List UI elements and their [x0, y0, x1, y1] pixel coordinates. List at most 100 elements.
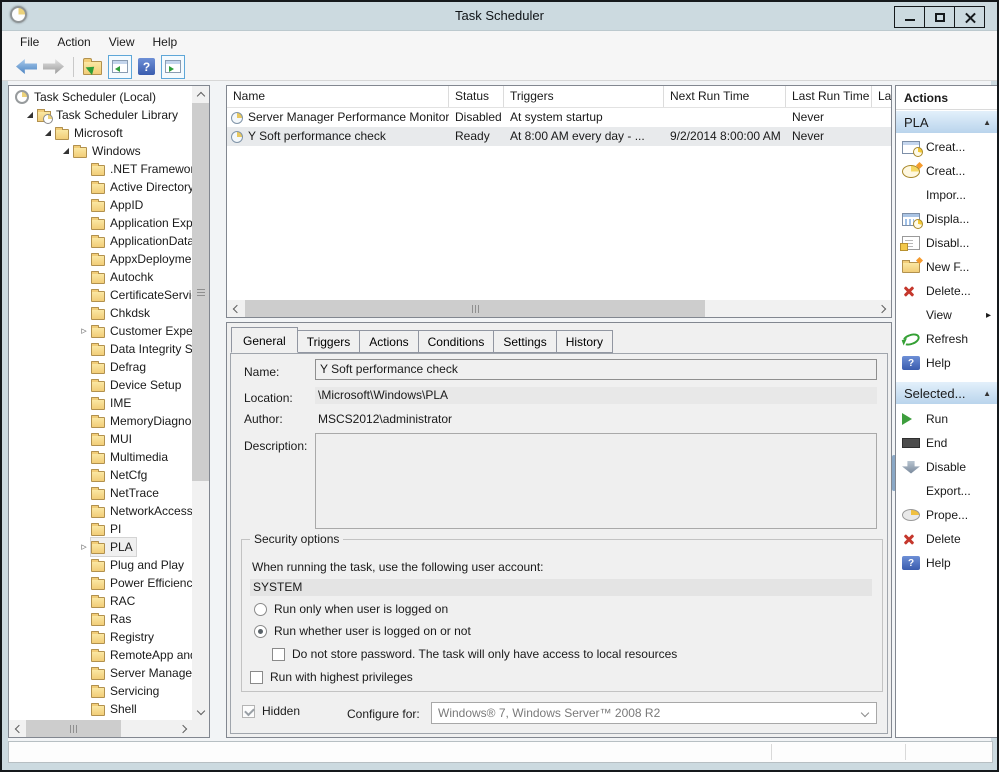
tree-item[interactable]: Defrag: [9, 358, 192, 376]
expander-icon[interactable]: [41, 124, 55, 142]
show-console-tree-button[interactable]: [83, 61, 102, 75]
menu-file[interactable]: File: [11, 32, 48, 52]
checkbox-do-not-store-password[interactable]: [272, 648, 285, 661]
tree-item[interactable]: Server Manager: [9, 664, 192, 682]
tree-item[interactable]: Plug and Play: [9, 556, 192, 574]
scroll-right-button[interactable]: [175, 720, 192, 737]
tree-item[interactable]: Active Directory: [9, 178, 192, 196]
tree-item[interactable]: IME: [9, 394, 192, 412]
maximize-button[interactable]: [924, 6, 955, 28]
task-row[interactable]: Y Soft performance check Ready At 8:00 A…: [227, 127, 891, 146]
tree-item[interactable]: RemoteApp and: [9, 646, 192, 664]
action-item[interactable]: Export... ▸: [896, 479, 998, 503]
close-button[interactable]: [954, 6, 985, 28]
tab-settings[interactable]: Settings: [493, 330, 556, 353]
tree-vertical-scrollbar[interactable]: [192, 86, 209, 720]
tree-item-microsoft[interactable]: Microsoft: [9, 124, 192, 142]
menu-action[interactable]: Action: [48, 32, 99, 52]
action-item[interactable]: New F... ▸: [896, 255, 998, 279]
help-button[interactable]: ?: [138, 58, 155, 75]
tab-triggers[interactable]: Triggers: [297, 330, 361, 353]
collapse-arrow-icon[interactable]: ▲: [983, 389, 991, 398]
minimize-button[interactable]: [894, 6, 925, 28]
action-item[interactable]: Run ▸: [896, 407, 998, 431]
action-item[interactable]: Displa... ▸: [896, 207, 998, 231]
tree-item[interactable]: CertificateServic: [9, 286, 192, 304]
column-header-triggers[interactable]: Triggers: [504, 86, 664, 107]
action-item[interactable]: Creat... ▸: [896, 135, 998, 159]
radio-run-whether-logged-on-or-not[interactable]: [254, 625, 267, 638]
column-header-next-run-time[interactable]: Next Run Time: [664, 86, 786, 107]
scroll-left-button[interactable]: [227, 300, 244, 317]
tree-item[interactable]: RAC: [9, 592, 192, 610]
menu-help[interactable]: Help: [144, 32, 187, 52]
action-item[interactable]: Delete... ▸: [896, 279, 998, 303]
action-item[interactable]: Disabl... ▸: [896, 231, 998, 255]
tree-item[interactable]: Power Efficienc: [9, 574, 192, 592]
scrollbar-thumb[interactable]: [192, 103, 209, 481]
show-hide-action-pane-toggle-button[interactable]: [161, 55, 185, 79]
section-header-pla[interactable]: PLA ▲: [896, 111, 998, 133]
section-header-selected-item[interactable]: Selected... ▲: [896, 382, 998, 404]
tree-item[interactable]: PI: [9, 520, 192, 538]
expander-icon[interactable]: [59, 142, 73, 160]
tree-item[interactable]: Multimedia: [9, 448, 192, 466]
expander-icon[interactable]: [77, 538, 91, 557]
tree-item[interactable]: Data Integrity S: [9, 340, 192, 358]
tree-item[interactable]: MemoryDiagno: [9, 412, 192, 430]
action-item[interactable]: Impor... ▸: [896, 183, 998, 207]
action-item[interactable]: Delete ▸: [896, 527, 998, 551]
tree-item[interactable]: Shell: [9, 700, 192, 718]
column-header-last-run-result[interactable]: La: [872, 86, 891, 107]
tree-item[interactable]: Registry: [9, 628, 192, 646]
configure-for-select[interactable]: Windows® 7, Windows Server™ 2008 R2: [431, 702, 877, 724]
tree-item[interactable]: Application Exp: [9, 214, 192, 232]
tree-item[interactable]: Chkdsk: [9, 304, 192, 322]
tree-item-windows[interactable]: Windows: [9, 142, 192, 160]
action-item[interactable]: Prope... ▸: [896, 503, 998, 527]
checkbox-run-with-highest-privileges[interactable]: [250, 671, 263, 684]
tab-general[interactable]: General: [231, 327, 298, 353]
action-item[interactable]: Disable ▸: [896, 455, 998, 479]
task-name-field[interactable]: Y Soft performance check: [315, 359, 877, 380]
tree-horizontal-scrollbar[interactable]: [9, 720, 192, 737]
action-item[interactable]: Help ▸: [896, 351, 998, 375]
tab-actions[interactable]: Actions: [359, 330, 418, 353]
task-list-horizontal-scrollbar[interactable]: [227, 300, 891, 317]
tree-item[interactable]: Device Setup: [9, 376, 192, 394]
tree-item[interactable]: ApplicationData: [9, 232, 192, 250]
action-item[interactable]: Help ▸: [896, 551, 998, 575]
tab-history[interactable]: History: [556, 330, 613, 353]
tree-item-root[interactable]: Task Scheduler (Local): [9, 88, 192, 106]
tree-item-library[interactable]: Task Scheduler Library: [9, 106, 192, 124]
scroll-down-button[interactable]: [192, 703, 209, 720]
menu-view[interactable]: View: [100, 32, 144, 52]
description-field[interactable]: [315, 433, 877, 529]
scroll-right-button[interactable]: [874, 300, 891, 317]
action-item[interactable]: Refresh ▸: [896, 327, 998, 351]
scrollbar-thumb[interactable]: [245, 300, 705, 317]
task-row[interactable]: Server Manager Performance Monitor Disab…: [227, 108, 891, 127]
expander-icon[interactable]: [23, 106, 37, 124]
action-item[interactable]: End ▸: [896, 431, 998, 455]
tree-item[interactable]: Autochk: [9, 268, 192, 286]
tree-item[interactable]: .NET Framewor: [9, 160, 192, 178]
column-header-status[interactable]: Status: [449, 86, 504, 107]
scroll-up-button[interactable]: [192, 86, 209, 103]
tree-item[interactable]: NetworkAccess: [9, 502, 192, 520]
back-button[interactable]: [16, 59, 37, 74]
tree-item[interactable]: AppID: [9, 196, 192, 214]
column-header-name[interactable]: Name: [227, 86, 449, 107]
tree-item[interactable]: PLA: [9, 538, 192, 556]
scrollbar-thumb[interactable]: [26, 720, 121, 737]
tree-item[interactable]: Servicing: [9, 682, 192, 700]
action-item[interactable]: View ▸: [896, 303, 998, 327]
action-item[interactable]: Creat... ▸: [896, 159, 998, 183]
expander-icon[interactable]: [77, 322, 91, 341]
show-hide-tree-toggle-button[interactable]: [108, 55, 132, 79]
radio-run-only-when-logged-on[interactable]: [254, 603, 267, 616]
tab-conditions[interactable]: Conditions: [418, 330, 495, 353]
tree-item[interactable]: MUI: [9, 430, 192, 448]
tree-item[interactable]: AppxDeployme: [9, 250, 192, 268]
tree-item[interactable]: Ras: [9, 610, 192, 628]
